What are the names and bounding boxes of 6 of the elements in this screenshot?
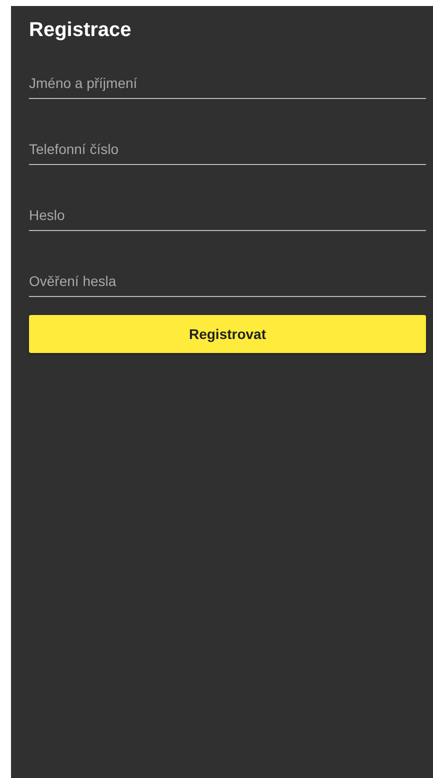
input-field[interactable]: Heslo	[29, 203, 426, 231]
form-title: Registrace	[29, 18, 132, 42]
input-field[interactable]: Jméno a příjmení	[29, 71, 426, 99]
input-field[interactable]: Ověření hesla	[29, 269, 426, 297]
register-button[interactable]: Registrovat	[29, 315, 426, 353]
input-field[interactable]: Telefonní číslo	[29, 137, 426, 165]
